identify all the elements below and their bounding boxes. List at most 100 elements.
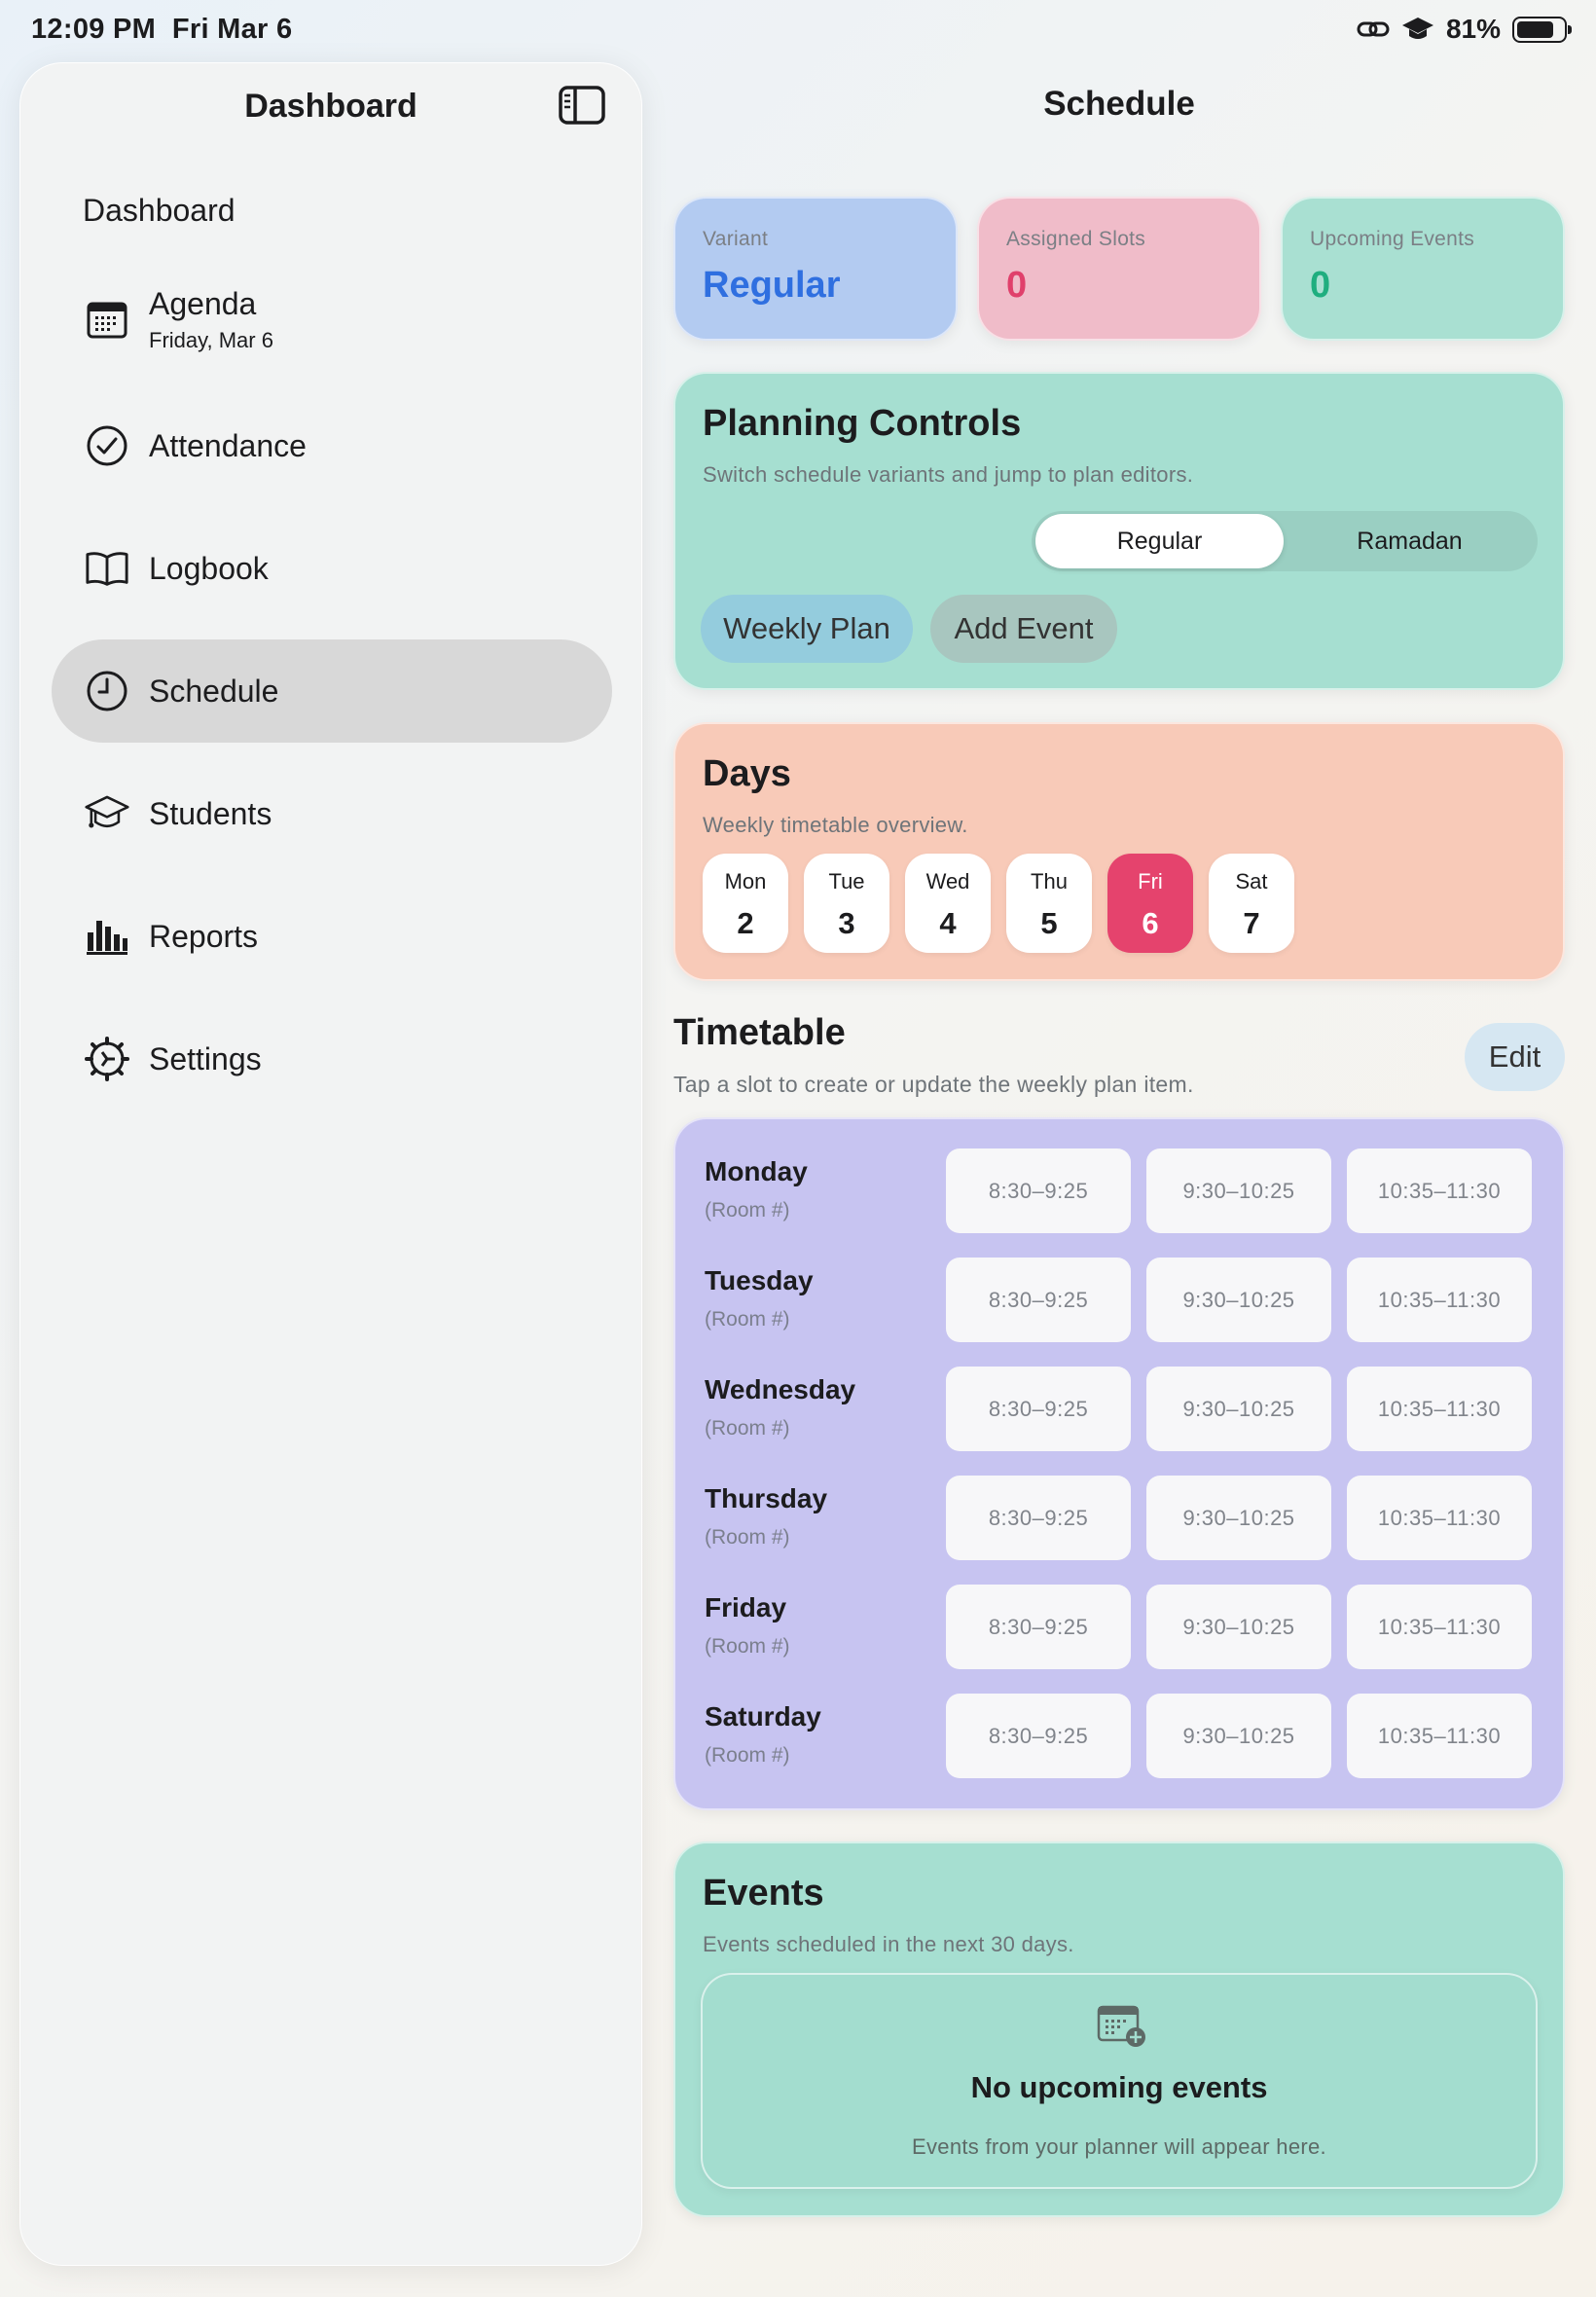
sidebar-item-label: Students [149,795,272,831]
day-chip-tue[interactable]: Tue 3 [804,854,889,953]
sidebar-item-attendance[interactable]: Attendance [52,394,612,497]
sidebar-item-label: Settings [149,1040,262,1076]
timetable-slot[interactable]: 10:35–11:30 [1347,1476,1532,1560]
timetable-day-label: Thursday [705,1483,828,1513]
stat-label: Variant [703,228,769,250]
graduation-cap-status-icon [1401,18,1433,39]
timetable-slot[interactable]: 10:35–11:30 [1347,1258,1532,1342]
timetable-slot[interactable]: 8:30–9:25 [946,1258,1131,1342]
sidebar-item-label: Reports [149,918,259,954]
variant-stat-card: Variant Regular [673,197,958,341]
stat-value: 0 [1310,265,1331,306]
segment-regular[interactable]: Regular [1035,514,1284,568]
battery-percent: 81% [1445,14,1501,44]
gear-icon [85,1037,129,1081]
add-event-button[interactable]: Add Event [930,595,1117,663]
battery-icon [1512,16,1572,43]
days-subtitle: Weekly timetable overview. [703,813,968,837]
book-icon [85,546,129,591]
days-title: Days [703,753,791,794]
timetable-room-label: (Room #) [705,1526,790,1549]
upcoming-events-stat-card: Upcoming Events 0 [1281,197,1565,341]
timetable-slot[interactable]: 8:30–9:25 [946,1148,1131,1233]
timetable-slot[interactable]: 8:30–9:25 [946,1694,1131,1778]
clock-icon [85,669,129,713]
day-chip-mon[interactable]: Mon 2 [703,854,788,953]
day-chip-wed[interactable]: Wed 4 [905,854,991,953]
timetable-slot[interactable]: 9:30–10:25 [1146,1148,1331,1233]
weekly-plan-button[interactable]: Weekly Plan [701,595,913,663]
events-subtitle: Events scheduled in the next 30 days. [703,1932,1074,1956]
timetable-row-thursday: Thursday (Room #) 8:30–9:25 9:30–10:25 10:35… [705,1476,1538,1569]
timetable-slot[interactable]: 9:30–10:25 [1146,1476,1331,1560]
sidebar-item-settings[interactable]: Settings [52,1007,612,1111]
variant-segmented-control: Regular Ramadan [1032,511,1538,571]
timetable-title: Timetable [673,1012,846,1053]
planning-controls-title: Planning Controls [703,403,1022,444]
timetable-slot[interactable]: 8:30–9:25 [946,1367,1131,1451]
empty-events-state: No upcoming events Events from your plan… [701,1973,1538,2189]
sidebar-toggle-icon[interactable] [558,85,606,126]
timetable-row-tuesday: Tuesday (Room #) 8:30–9:25 9:30–10:25 10:35–… [705,1258,1538,1351]
sidebar-item-reports[interactable]: Reports [52,885,612,988]
timetable-day-label: Saturday [705,1701,821,1732]
sidebar-item-label: Attendance [149,427,307,463]
timetable-slot[interactable]: 9:30–10:25 [1146,1367,1331,1451]
sidebar-item-label: Logbook [149,550,269,586]
empty-events-subtitle: Events from your planner will appear her… [912,2134,1326,2159]
timetable-subtitle: Tap a slot to create or update the weekl… [673,1072,1194,1097]
timetable-room-label: (Room #) [705,1308,790,1331]
timetable-slot[interactable]: 9:30–10:25 [1146,1585,1331,1669]
segment-ramadan[interactable]: Ramadan [1286,514,1534,568]
timetable-room-label: (Room #) [705,1635,790,1658]
status-time: 12:09 PM Fri Mar 6 [31,14,293,45]
sidebar-item-label: Schedule [149,673,279,709]
timetable-row-friday: Friday (Room #) 8:30–9:25 9:30–10:25 10:35–1… [705,1585,1538,1678]
calendar-icon [85,297,129,342]
stat-label: Upcoming Events [1310,228,1475,250]
timetable-day-label: Tuesday [705,1265,814,1295]
timetable-day-label: Wednesday [705,1374,856,1404]
sidebar-section-header: Dashboard [83,193,236,228]
timetable-row-saturday: Saturday (Room #) 8:30–9:25 9:30–10:25 10:35… [705,1694,1538,1787]
sidebar: Dashboard Dashboard Agenda Friday, Mar 6… [19,62,642,2266]
sidebar-item-logbook[interactable]: Logbook [52,517,612,620]
checkmark-circle-icon [85,423,129,468]
status-bar: 12:09 PM Fri Mar 6 81% [0,0,1596,62]
bar-chart-icon [85,914,129,959]
day-chip-thu[interactable]: Thu 5 [1006,854,1092,953]
timetable-slot[interactable]: 10:35–11:30 [1347,1694,1532,1778]
sidebar-item-schedule[interactable]: Schedule [52,639,612,743]
page-title: Schedule [1043,85,1195,123]
day-chip-fri[interactable]: Fri 6 [1107,854,1193,953]
status-indicators: 81% [1357,14,1572,45]
timetable-slot[interactable]: 8:30–9:25 [946,1585,1131,1669]
timetable-row-monday: Monday (Room #) 8:30–9:25 9:30–10:25 10:35–1… [705,1148,1538,1242]
timetable-slot[interactable]: 10:35–11:30 [1347,1148,1532,1233]
link-icon [1357,21,1390,37]
stat-value: Regular [703,265,841,306]
sidebar-item-agenda[interactable]: Agenda Friday, Mar 6 [52,268,612,371]
empty-events-title: No upcoming events [970,2070,1268,2104]
timetable-room-label: (Room #) [705,1417,790,1440]
assigned-slots-stat-card: Assigned Slots 0 [977,197,1261,341]
day-chip-sat[interactable]: Sat 7 [1209,854,1294,953]
timetable-slot[interactable]: 10:35–11:30 [1347,1367,1532,1451]
timetable-slot[interactable]: 10:35–11:30 [1347,1585,1532,1669]
sidebar-item-label: Agenda [149,285,257,321]
sidebar-item-sublabel: Friday, Mar 6 [149,327,273,352]
edit-button[interactable]: Edit [1465,1023,1565,1091]
graduation-cap-icon [85,791,129,836]
sidebar-item-students[interactable]: Students [52,762,612,865]
events-title: Events [703,1873,824,1914]
calendar-add-icon [1097,2002,1147,2049]
timetable-room-label: (Room #) [705,1199,790,1221]
timetable-slot[interactable]: 9:30–10:25 [1146,1258,1331,1342]
timetable-room-label: (Room #) [705,1744,790,1767]
timetable-day-label: Friday [705,1592,787,1622]
stat-label: Assigned Slots [1006,228,1146,250]
sidebar-title: Dashboard [244,88,417,125]
timetable-slot[interactable]: 9:30–10:25 [1146,1694,1331,1778]
timetable-slot[interactable]: 8:30–9:25 [946,1476,1131,1560]
timetable-row-wednesday: Wednesday (Room #) 8:30–9:25 9:30–10:25 10:3… [705,1367,1538,1460]
